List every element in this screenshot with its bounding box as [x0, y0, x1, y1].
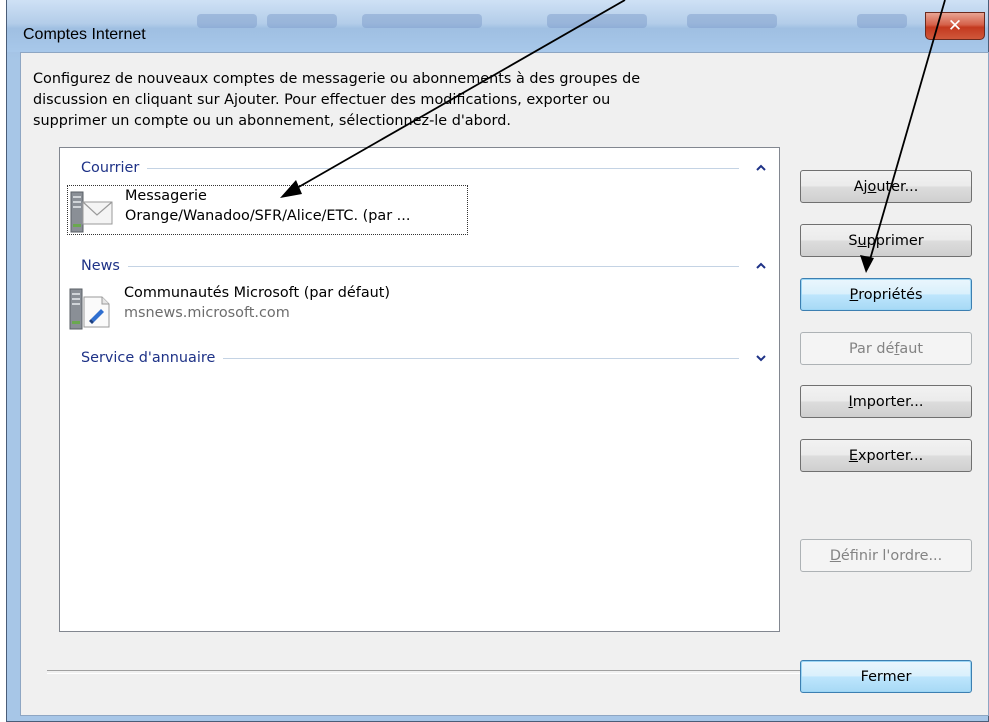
account-item-mail[interactable]: Messagerie Orange/Wanadoo/SFR/Alice/ETC.… [67, 185, 468, 235]
account-detail: msnews.microsoft.com [124, 305, 290, 321]
dialog-window: Comptes Internet ✕ Configurez de nouveau… [6, 0, 989, 722]
group-divider [147, 167, 739, 169]
import-button[interactable]: Importer... [800, 385, 972, 418]
set-order-button[interactable]: Définir l'ordre... [800, 539, 972, 572]
group-label: Service d'annuaire [81, 350, 216, 366]
title-bar[interactable]: Comptes Internet ✕ [7, 0, 988, 52]
instructions-text: Configurez de nouveaux comptes de messag… [33, 69, 733, 132]
close-button[interactable]: Fermer [800, 660, 972, 693]
export-button[interactable]: Exporter... [800, 439, 972, 472]
news-server-icon [69, 287, 113, 331]
instructions-line: Configurez de nouveaux comptes de messag… [33, 71, 641, 87]
account-name: Communautés Microsoft (par défaut) [124, 285, 391, 301]
properties-button[interactable]: Propriétés [800, 278, 972, 311]
account-name: Messagerie [125, 188, 207, 204]
chevron-up-icon[interactable] [755, 162, 767, 174]
group-divider [127, 265, 739, 267]
account-detail: Orange/Wanadoo/SFR/Alice/ETC. (par ... [125, 208, 411, 224]
group-divider [223, 357, 739, 359]
group-label: Courrier [81, 160, 140, 176]
mail-server-icon [70, 190, 114, 234]
group-header-news[interactable]: News [81, 256, 767, 276]
instructions-line: supprimer un compte ou un abonnement, sé… [33, 113, 511, 129]
group-label: News [81, 258, 120, 274]
group-header-mail[interactable]: Courrier [81, 158, 767, 178]
remove-button[interactable]: Su pprimer [800, 224, 972, 257]
instructions-line: discussion en cliquant sur Ajouter. Pour… [33, 92, 611, 108]
chevron-up-icon[interactable] [755, 260, 767, 272]
chevron-down-icon[interactable] [755, 352, 767, 364]
account-item-news[interactable]: Communautés Microsoft (par défaut) msnew… [67, 283, 467, 333]
close-icon: ✕ [947, 16, 963, 36]
window-title: Comptes Internet [23, 26, 146, 43]
group-header-directory[interactable]: Service d'annuaire [81, 348, 767, 368]
accounts-list[interactable]: Courrier Messagerie Orange/Wanadoo/SFR/A… [59, 147, 780, 632]
close-window-button[interactable]: ✕ [925, 12, 985, 40]
add-button[interactable]: Aj o uter... [800, 170, 972, 203]
dialog-body: Configurez de nouveaux comptes de messag… [20, 52, 989, 716]
set-default-button[interactable]: Par dé f aut [800, 332, 972, 365]
